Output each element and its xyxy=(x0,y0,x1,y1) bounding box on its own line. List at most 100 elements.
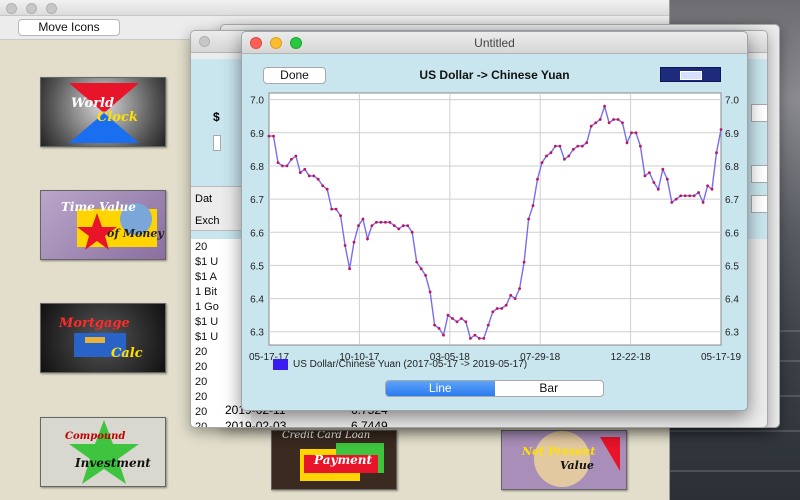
x-tick-label: 12-22-18 xyxy=(611,352,651,363)
legend-label: US Dollar/Chinese Yuan (2017-05-17 -> 20… xyxy=(293,359,528,371)
y-tick-label-left: 6.4 xyxy=(250,295,264,306)
data-point xyxy=(375,220,378,224)
currency-input-field[interactable] xyxy=(213,135,221,151)
data-point xyxy=(692,194,696,198)
data-point xyxy=(361,217,365,221)
data-point xyxy=(392,224,396,228)
data-point xyxy=(607,121,611,125)
y-tick-label-left: 6.5 xyxy=(250,261,264,272)
compound-investment-tile[interactable]: Compound Investment xyxy=(40,417,166,487)
tab-bar[interactable]: Bar xyxy=(495,381,604,396)
data-point xyxy=(307,174,311,178)
data-point xyxy=(491,310,495,314)
currency-side-field-2[interactable] xyxy=(751,165,767,183)
data-point xyxy=(325,187,329,191)
data-point xyxy=(451,317,454,320)
list-item[interactable]: 20 xyxy=(195,361,207,373)
data-point xyxy=(397,227,401,231)
plot-area xyxy=(268,92,722,346)
list-item[interactable]: $1 U xyxy=(195,316,218,328)
chart-type-segmented-control[interactable]: Line Bar xyxy=(385,380,604,397)
data-point xyxy=(339,214,342,218)
data-point xyxy=(482,337,486,340)
data-point xyxy=(388,220,392,224)
data-point xyxy=(706,184,709,188)
data-point xyxy=(710,187,714,191)
data-point xyxy=(639,144,642,148)
list-item[interactable]: 20 xyxy=(195,346,207,358)
data-point xyxy=(379,220,383,224)
data-point xyxy=(661,167,665,171)
list-item[interactable]: $1 U xyxy=(195,331,218,343)
close-icon[interactable] xyxy=(6,3,17,14)
data-point xyxy=(312,174,316,178)
data-point xyxy=(366,237,369,241)
data-point xyxy=(495,307,499,310)
data-point xyxy=(477,337,481,340)
list-item[interactable]: 1 Bit xyxy=(195,286,217,298)
data-point xyxy=(563,157,566,161)
world-clock-tile[interactable]: World Clock xyxy=(40,77,166,147)
data-point xyxy=(272,134,275,138)
list-item[interactable]: $1 U xyxy=(195,256,218,268)
data-point xyxy=(357,224,360,228)
y-tick-label-right: 6.9 xyxy=(725,129,739,140)
mortgage-house-icon xyxy=(74,333,126,357)
y-tick-label-right: 6.7 xyxy=(725,195,739,206)
data-point xyxy=(267,134,271,138)
data-point xyxy=(384,220,387,224)
data-point xyxy=(585,141,589,145)
minimize-icon[interactable] xyxy=(26,3,37,14)
tab-line[interactable]: Line xyxy=(386,381,495,396)
data-point xyxy=(630,131,633,135)
net-present-value-tile[interactable]: Net Present Value xyxy=(501,430,627,490)
compound-label-2: Investment xyxy=(75,456,151,470)
data-point xyxy=(343,244,347,247)
list-item[interactable]: 20 xyxy=(195,241,207,253)
data-point xyxy=(281,164,284,168)
world-clock-label-1: World xyxy=(71,96,115,111)
move-icons-button[interactable]: Move Icons xyxy=(18,19,120,36)
y-tick-label-right: 6.6 xyxy=(725,228,739,239)
currency-side-field-3[interactable] xyxy=(751,195,767,213)
data-point xyxy=(298,171,302,175)
y-tick-label-right: 6.4 xyxy=(725,295,739,306)
net-present-label-2: Value xyxy=(560,459,594,472)
data-point xyxy=(527,217,530,221)
data-point xyxy=(518,287,521,290)
data-point xyxy=(558,144,562,148)
exchange-rate-chart: 7.0 7.0 6.9 6.9 6.8 6.8 6.7 6.7 6.6 6.6 6.5 6.5 6.4 6… xyxy=(249,92,741,363)
list-item[interactable]: 1 Go xyxy=(195,301,219,313)
data-point xyxy=(656,187,660,191)
data-point xyxy=(446,313,450,317)
x-tick-label: 05-17-19 xyxy=(701,352,741,363)
list-item[interactable]: $1 A xyxy=(195,271,217,283)
data-point xyxy=(290,157,293,161)
credit-card-loan-payment-tile[interactable]: Credit Card Loan Payment xyxy=(271,430,397,490)
data-point xyxy=(688,194,692,198)
data-point xyxy=(513,297,517,300)
data-point xyxy=(401,224,405,228)
data-point xyxy=(571,148,575,151)
data-point xyxy=(567,154,571,158)
data-point xyxy=(683,194,687,198)
time-value-of-money-tile[interactable]: Time Value of Money xyxy=(40,190,166,260)
data-point xyxy=(612,118,615,121)
legend-swatch xyxy=(273,359,288,370)
mortgage-label-1: Mortgage xyxy=(59,316,130,331)
data-point xyxy=(285,164,289,168)
mid-window-close-icon[interactable] xyxy=(199,36,210,47)
credit-card-label-1: Credit Card Loan xyxy=(282,430,371,441)
y-tick-label-right: 6.5 xyxy=(725,261,739,272)
data-point xyxy=(500,307,504,310)
currency-side-field-1[interactable] xyxy=(751,104,767,122)
chart-window: Untitled Done US Dollar -> Chinese Yuan … xyxy=(241,31,748,411)
y-tick-label-left: 6.8 xyxy=(250,162,264,173)
data-point xyxy=(303,167,307,171)
mortgage-calc-tile[interactable]: Mortgage Calc xyxy=(40,303,166,373)
zoom-icon[interactable] xyxy=(46,3,57,14)
list-item[interactable]: 20 xyxy=(195,391,207,403)
y-tick-label-left: 6.6 xyxy=(250,228,264,239)
list-item[interactable]: 20 xyxy=(195,376,207,388)
data-point xyxy=(598,118,602,121)
